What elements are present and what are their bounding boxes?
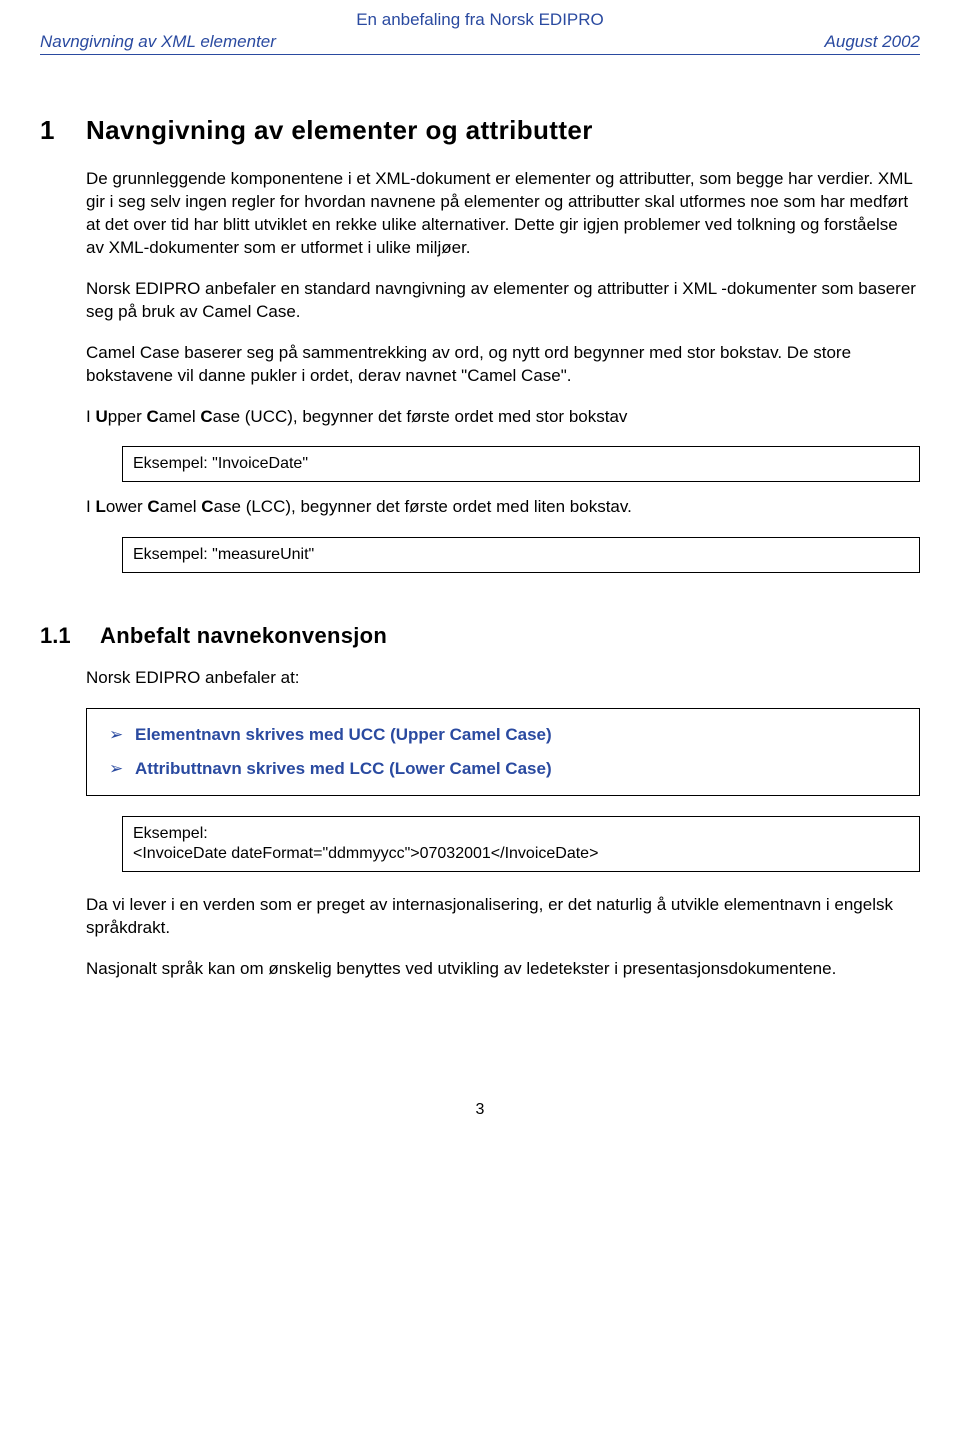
header-right: August 2002 — [825, 32, 920, 52]
section-1-heading: 1 Navngivning av elementer og attributte… — [40, 115, 920, 146]
paragraph-lcc: I Lower Camel Case (LCC), begynner det f… — [86, 496, 920, 519]
paragraph: Nasjonalt språk kan om ønskelig benyttes… — [86, 958, 920, 981]
section-1-1-body: Norsk EDIPRO anbefaler at: ➢ Elementnavn… — [86, 667, 920, 981]
page-number: 3 — [40, 1101, 920, 1119]
section-1-1-title: Anbefalt navnekonvensjon — [100, 623, 387, 649]
example-code: <InvoiceDate dateFormat="ddmmyycc">07032… — [133, 845, 909, 863]
header-top: En anbefaling fra Norsk EDIPRO — [40, 10, 920, 30]
example-box-ucc: Eksempel: "InvoiceDate" — [122, 446, 920, 482]
example-box-code: Eksempel: <InvoiceDate dateFormat="ddmmy… — [122, 816, 920, 872]
section-1-1-number: 1.1 — [40, 623, 100, 649]
header-row: Navngivning av XML elementer August 2002 — [40, 32, 920, 55]
recommendation-item: ➢ Attributtnavn skrives med LCC (Lower C… — [109, 759, 909, 779]
header-left: Navngivning av XML elementer — [40, 32, 276, 52]
arrow-icon: ➢ — [109, 759, 135, 779]
paragraph: Norsk EDIPRO anbefaler en standard navng… — [86, 278, 920, 324]
recommendation-text: Attributtnavn skrives med LCC (Lower Cam… — [135, 759, 552, 779]
example-label: Eksempel: — [133, 825, 909, 843]
recommendation-box: ➢ Elementnavn skrives med UCC (Upper Cam… — [86, 708, 920, 796]
recommendation-item: ➢ Elementnavn skrives med UCC (Upper Cam… — [109, 725, 909, 745]
section-1-title: Navngivning av elementer og attributter — [86, 115, 593, 146]
arrow-icon: ➢ — [109, 725, 135, 745]
section-1-body: De grunnleggende komponentene i et XML-d… — [86, 168, 920, 573]
section-1-number: 1 — [40, 115, 86, 146]
paragraph: Norsk EDIPRO anbefaler at: — [86, 667, 920, 690]
example-text: Eksempel: "InvoiceDate" — [133, 455, 308, 472]
paragraph: Da vi lever i en verden som er preget av… — [86, 894, 920, 940]
section-1-1-heading: 1.1 Anbefalt navnekonvensjon — [40, 623, 920, 649]
paragraph-ucc: I Upper Camel Case (UCC), begynner det f… — [86, 406, 920, 429]
example-text: Eksempel: "measureUnit" — [133, 546, 314, 563]
document-page: En anbefaling fra Norsk EDIPRO Navngivni… — [0, 0, 960, 1159]
recommendation-text: Elementnavn skrives med UCC (Upper Camel… — [135, 725, 552, 745]
paragraph: De grunnleggende komponentene i et XML-d… — [86, 168, 920, 260]
example-box-lcc: Eksempel: "measureUnit" — [122, 537, 920, 573]
paragraph: Camel Case baserer seg på sammentrekking… — [86, 342, 920, 388]
